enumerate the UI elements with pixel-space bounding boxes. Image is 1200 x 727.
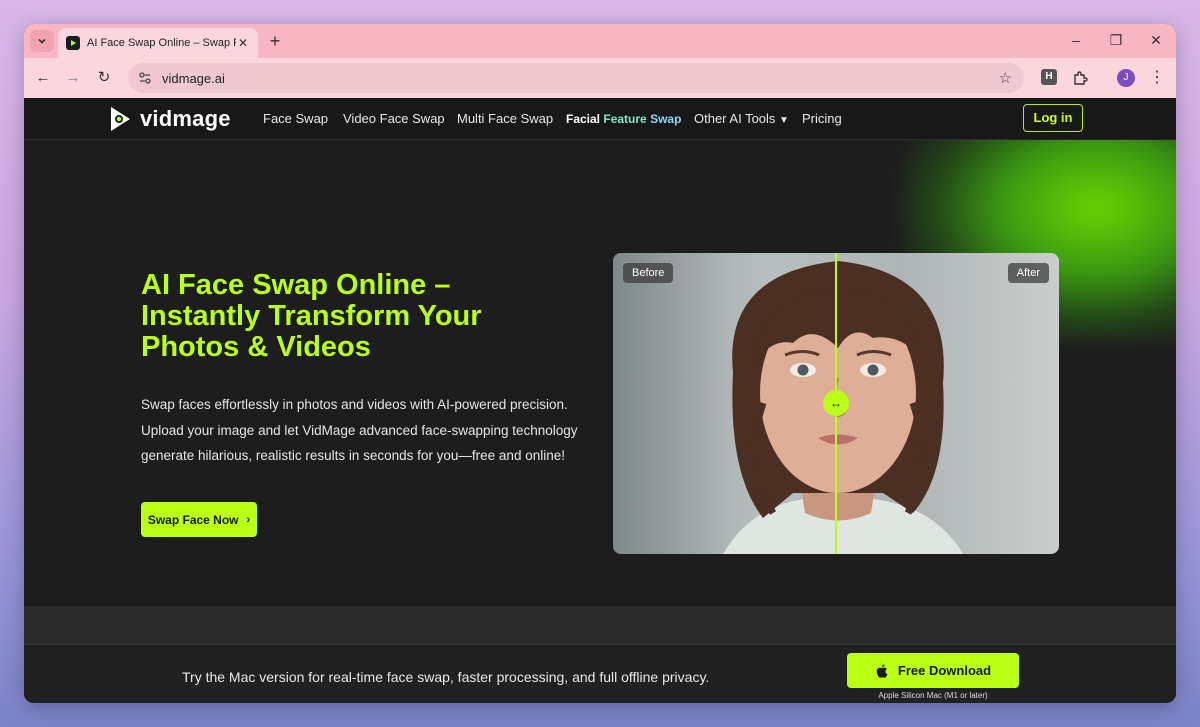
profile-initial: J [1117,69,1135,87]
tab-close-icon[interactable]: ✕ [236,36,250,50]
web-page: vidmage Face Swap Video Face Swap Multi … [24,98,1176,703]
nav-pricing[interactable]: Pricing [802,111,842,126]
login-button[interactable]: Log in [1023,104,1083,132]
nav-video-face-swap[interactable]: Video Face Swap [343,111,445,126]
minimize-icon[interactable]: – [1068,32,1084,48]
drag-handle-arrows-icon[interactable]: ↔ [823,390,849,416]
site-info-icon[interactable] [138,71,152,85]
swap-face-now-button[interactable]: Swap Face Now › [141,502,257,537]
tab-search-button[interactable] [30,30,54,52]
site-header: vidmage Face Swap Video Face Swap Multi … [24,98,1176,140]
extensions-puzzle-icon[interactable] [1071,69,1089,87]
restore-icon[interactable]: ❐ [1108,32,1124,49]
tab-strip: AI Face Swap Online – Swap Fac ✕ + – ❐ ✕ [24,24,1176,58]
nav-other-ai-tools[interactable]: Other AI Tools ▼ [694,111,789,126]
secondary-section [24,606,1176,646]
tab-title: AI Face Swap Online – Swap Fac [87,37,236,49]
vidmage-logo[interactable]: vidmage [108,104,231,134]
hero-title-line-3: Photos & Videos [141,331,371,363]
free-download-label: Free Download [897,663,992,678]
mac-download-banner: Try the Mac version for real-time face s… [24,644,1176,703]
profile-avatar[interactable]: J [1117,69,1135,87]
browser-toolbar: ← → ↻ vidmage.ai ☆ H J ⋮ [24,58,1176,98]
hero-description: Swap faces effortlessly in photos and vi… [141,392,591,469]
hero-title-line-2: Instantly Transform Your [141,300,482,332]
nav-other-ai-tools-label: Other AI Tools [694,111,776,126]
vidmage-logo-icon [111,107,130,131]
before-after-comparison[interactable]: Before After ↔ [613,253,1059,554]
chevron-right-icon: › [246,513,251,526]
nav-featured-word-2: Feature [603,112,647,126]
back-arrow-icon[interactable]: ← [34,69,52,87]
hero-desc-line-1: Swap faces effortlessly in photos and vi… [141,397,568,412]
url-text: vidmage.ai [162,70,225,86]
download-subtitle: Apple Silicon Mac (M1 or later) [878,691,988,700]
hero-desc-line-3: generate hilarious, realistic results in… [141,448,565,463]
tab-active[interactable]: AI Face Swap Online – Swap Fac ✕ [58,28,258,58]
extension-h-label: H [1041,69,1057,85]
new-tab-button[interactable]: + [266,32,284,50]
hero-title-line-1: AI Face Swap Online – [141,269,451,301]
chevron-down-icon [38,38,46,44]
before-badge: Before [623,263,674,283]
logo-text: vidmage [140,106,231,131]
caret-down-icon: ▼ [779,115,789,126]
menu-kebab-icon[interactable]: ⋮ [1148,69,1166,87]
apple-icon [876,664,888,678]
browser-window: AI Face Swap Online – Swap Fac ✕ + – ❐ ✕… [24,24,1176,703]
reload-icon[interactable]: ↻ [95,69,113,87]
vidmage-favicon-icon [66,36,80,50]
nav-facial-feature-swap[interactable]: Facial Feature Swap [566,112,681,126]
extension-h-icon[interactable]: H [1041,69,1059,87]
cta-label: Swap Face Now [147,512,239,527]
after-badge: After [1007,263,1049,283]
bookmark-star-icon[interactable]: ☆ [999,69,1012,87]
nav-featured-word-1: Facial [566,112,601,126]
hero-section: AI Face Swap Online – Instantly Transfor… [24,140,1176,606]
free-download-button[interactable]: Free Download [847,653,1019,688]
hero-desc-line-2: Upload your image and let VidMage advanc… [141,422,578,438]
nav-featured-word-3: Swap [650,112,682,126]
nav-multi-face-swap[interactable]: Multi Face Swap [457,111,553,126]
hero-title: AI Face Swap Online – Instantly Transfor… [141,270,601,363]
close-window-icon[interactable]: ✕ [1148,32,1164,49]
address-bar[interactable]: vidmage.ai ☆ [128,63,1024,93]
forward-arrow-icon[interactable]: → [64,69,82,87]
mac-banner-text: Try the Mac version for real-time face s… [182,669,710,685]
nav-face-swap[interactable]: Face Swap [263,111,328,126]
